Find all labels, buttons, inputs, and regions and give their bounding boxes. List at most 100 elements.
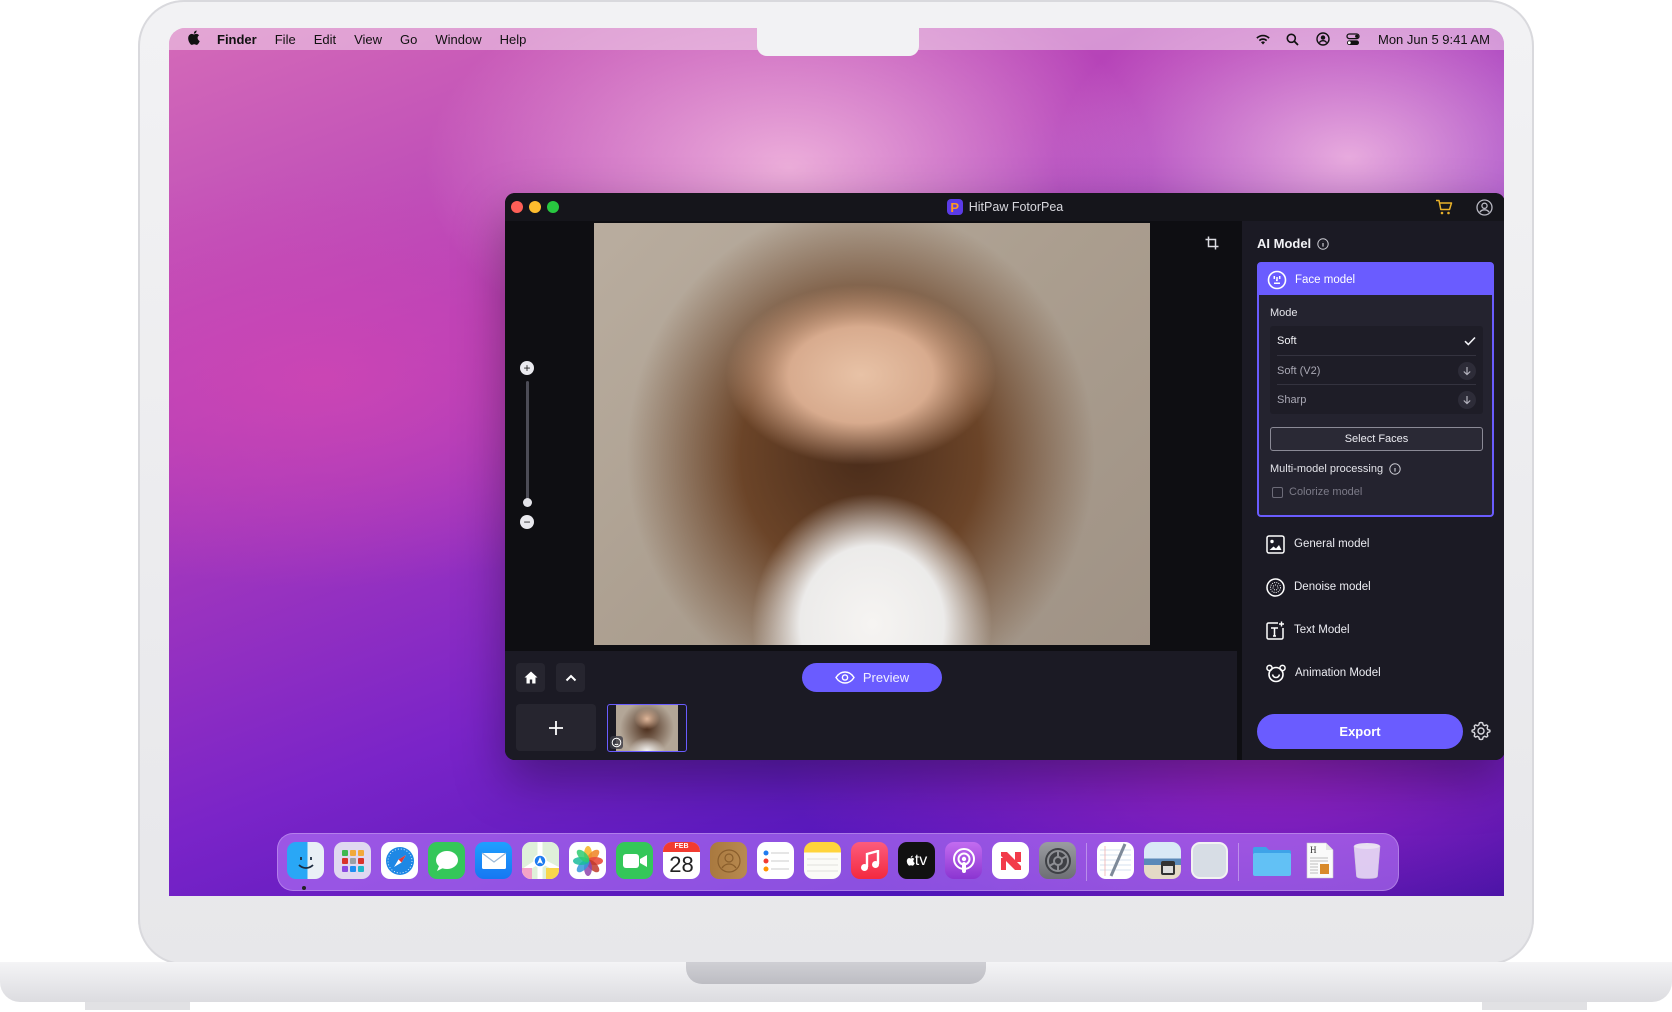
- control-center-icon[interactable]: [1338, 32, 1368, 46]
- user-icon[interactable]: [1476, 199, 1493, 221]
- dock-messages-icon[interactable]: [428, 842, 465, 879]
- eye-icon: [835, 671, 855, 684]
- menu-file[interactable]: File: [275, 32, 296, 47]
- dock-reminders-icon[interactable]: [757, 842, 794, 879]
- apple-logo-icon[interactable]: [187, 30, 201, 49]
- model-item-denoise[interactable]: Denoise model: [1266, 575, 1486, 599]
- dock-news-icon[interactable]: [992, 842, 1029, 879]
- model-label: Denoise model: [1294, 581, 1371, 593]
- menu-go[interactable]: Go: [400, 32, 417, 47]
- download-button[interactable]: [1458, 361, 1476, 380]
- menu-clock[interactable]: Mon Jun 5 9:41 AM: [1378, 32, 1490, 47]
- dock-photos-icon[interactable]: [569, 842, 606, 879]
- colorize-model-checkbox[interactable]: Colorize model: [1272, 486, 1362, 498]
- expand-button[interactable]: [556, 663, 585, 692]
- portrait-photo[interactable]: [594, 223, 1150, 645]
- calendar-month: FEB: [663, 842, 700, 852]
- search-icon[interactable]: [1278, 33, 1308, 46]
- model-item-animation[interactable]: Animation Model: [1266, 661, 1486, 685]
- mode-option-soft-v2[interactable]: Soft (V2): [1277, 355, 1476, 385]
- cart-icon[interactable]: [1435, 199, 1453, 220]
- face-model-label: Face model: [1295, 273, 1356, 286]
- menu-window[interactable]: Window: [435, 32, 481, 47]
- zoom-thumb[interactable]: [522, 498, 532, 507]
- export-button[interactable]: Export: [1257, 714, 1463, 749]
- dock-folder-icon[interactable]: [1251, 842, 1293, 879]
- dock-contacts-icon[interactable]: [710, 842, 747, 879]
- model-item-text[interactable]: Text Model: [1266, 618, 1486, 642]
- mode-option-label: Soft: [1277, 334, 1297, 347]
- bottom-bar: Preview: [505, 651, 1237, 760]
- wifi-icon[interactable]: [1248, 34, 1278, 45]
- settings-gear-icon[interactable]: [1471, 721, 1491, 746]
- preview-button[interactable]: Preview: [802, 663, 942, 692]
- zoom-track[interactable]: [525, 381, 529, 503]
- zoom-out-button[interactable]: −: [520, 515, 534, 529]
- desktop-screen: Finder File Edit View Go Window Help Mon…: [169, 28, 1504, 896]
- svg-text:H: H: [1310, 845, 1317, 855]
- dock: FEB 28 tv H: [277, 833, 1399, 891]
- zoom-in-button[interactable]: +: [520, 361, 534, 375]
- checkbox[interactable]: [1272, 486, 1283, 498]
- text-icon: [1266, 621, 1284, 640]
- panel-title: AI Model: [1257, 236, 1329, 251]
- select-faces-button[interactable]: Select Faces: [1270, 427, 1483, 451]
- status-area: Mon Jun 5 9:41 AM: [1248, 28, 1490, 50]
- face-model-card: Face model Mode Soft Soft (V2) Sharp Sel…: [1257, 262, 1494, 517]
- face-model-header[interactable]: Face model: [1259, 264, 1492, 295]
- download-icon: [1463, 366, 1471, 375]
- menu-finder[interactable]: Finder: [217, 32, 257, 47]
- menu-help[interactable]: Help: [500, 32, 527, 47]
- face-badge-icon: [610, 736, 623, 749]
- dock-appletv-icon[interactable]: tv: [898, 842, 935, 879]
- app-window: P HitPaw FotorPea + − Preview AI Model F…: [505, 193, 1504, 760]
- dock-document-icon[interactable]: H: [1301, 842, 1338, 879]
- menu-view[interactable]: View: [354, 32, 382, 47]
- info-icon: [1389, 463, 1401, 475]
- image-thumbnail[interactable]: [607, 704, 687, 752]
- user-account-icon[interactable]: [1308, 32, 1338, 46]
- dock-podcasts-icon[interactable]: [945, 842, 982, 879]
- app-logo-icon: P: [946, 199, 963, 215]
- dock-music-icon[interactable]: [851, 842, 888, 879]
- dock-maps-icon[interactable]: [522, 842, 559, 879]
- laptop-foot: [1482, 1002, 1587, 1010]
- dock-launchpad-icon[interactable]: [334, 842, 371, 879]
- model-label: General model: [1294, 538, 1370, 550]
- home-icon: [524, 671, 537, 684]
- laptop-foot: [85, 1002, 190, 1010]
- mode-option-label: Soft (V2): [1277, 364, 1321, 377]
- image-icon: [1266, 534, 1285, 554]
- dock-blank-app-icon[interactable]: [1191, 842, 1228, 879]
- dock-mail-icon[interactable]: [475, 842, 512, 879]
- dock-facetime-icon[interactable]: [616, 842, 653, 879]
- add-image-button[interactable]: [516, 704, 596, 751]
- crop-icon[interactable]: [1205, 236, 1219, 255]
- finder-running-indicator: [302, 886, 306, 890]
- home-button[interactable]: [516, 663, 545, 692]
- dock-safari-icon[interactable]: [381, 842, 418, 879]
- colorize-label: Colorize model: [1289, 486, 1363, 498]
- model-label: Text Model: [1294, 624, 1350, 636]
- tv-label: tv: [914, 851, 928, 869]
- mode-option-label: Sharp: [1277, 393, 1307, 406]
- dock-calendar-icon[interactable]: FEB 28: [663, 842, 700, 879]
- download-button[interactable]: [1458, 390, 1476, 409]
- dock-preview-icon[interactable]: [1144, 842, 1181, 879]
- calendar-day: 28: [669, 852, 694, 877]
- dock-notes-icon[interactable]: [804, 842, 841, 879]
- dock-textedit-icon[interactable]: [1097, 842, 1134, 879]
- dock-system-settings-icon[interactable]: [1039, 842, 1076, 879]
- info-icon: [1317, 237, 1329, 250]
- dock-trash-icon[interactable]: [1348, 842, 1385, 879]
- mode-option-sharp[interactable]: Sharp: [1277, 384, 1476, 414]
- model-item-general[interactable]: General model: [1266, 532, 1486, 556]
- multi-model-text: Multi-model processing: [1270, 463, 1384, 475]
- mode-option-soft[interactable]: Soft: [1277, 326, 1476, 355]
- thumbnail-image: [616, 705, 678, 751]
- ai-model-panel: AI Model Face model Mode Soft Soft (V2): [1242, 221, 1504, 760]
- dock-finder-icon[interactable]: [287, 842, 324, 879]
- menu-edit[interactable]: Edit: [314, 32, 336, 47]
- plus-icon: [549, 720, 563, 735]
- zoom-slider[interactable]: + −: [519, 361, 535, 531]
